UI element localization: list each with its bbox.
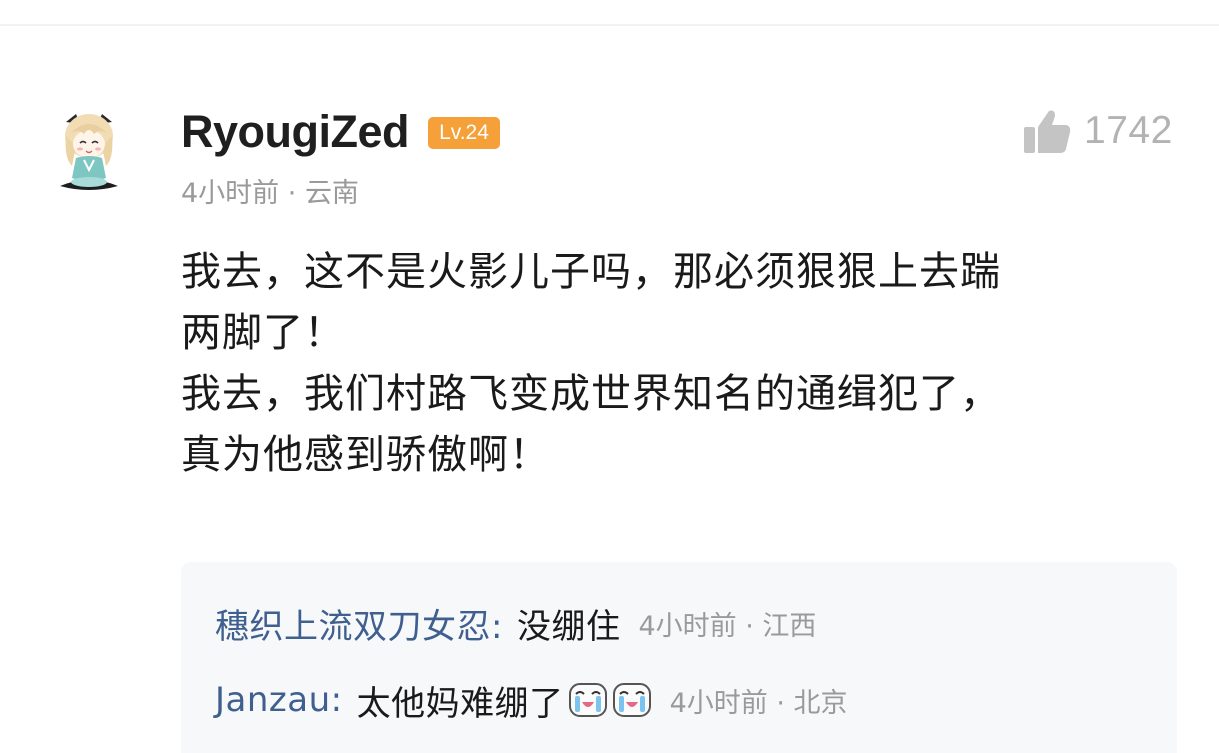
meta-separator: ·	[279, 178, 305, 209]
comment-line: 我去，这不是火影儿子吗，那必须狠狠上去踹	[181, 249, 1001, 295]
crying-laugh-emoji-icon	[568, 683, 607, 717]
reply-location: 北京	[793, 687, 848, 719]
reply-text: 太他妈难绷了	[356, 683, 564, 724]
crying-laugh-emoji-icon	[612, 683, 651, 717]
comment-page: RyougiZed Lv.24 1742 4小时前 · 云南 我去，这不是火影儿…	[0, 0, 1219, 753]
comment-time: 4小时前	[181, 178, 280, 209]
thumbs-up-icon	[1024, 110, 1071, 153]
divider	[0, 24, 1219, 26]
reply-meta: 4小时前 · 北京	[670, 681, 848, 720]
reply-author[interactable]: 穗织上流双刀女忍:	[215, 599, 503, 648]
comment-location: 云南	[304, 178, 359, 209]
reply-time: 4小时前	[638, 610, 737, 642]
reply-section[interactable]: 穗织上流双刀女忍: 没绷住 4小时前 · 江西 Janzau: 太他妈难绷了 4…	[181, 562, 1177, 753]
avatar-anime-girl-icon	[60, 114, 118, 190]
username[interactable]: RyougiZed	[181, 106, 410, 158]
like-count: 1742	[1084, 109, 1173, 152]
avatar[interactable]	[54, 100, 124, 208]
meta-separator: ·	[767, 687, 794, 719]
reply-item[interactable]: 穗织上流双刀女忍: 没绷住 4小时前 · 江西	[215, 599, 816, 647]
comment-text: 我去，这不是火影儿子吗，那必须狠狠上去踹 两脚了！ 我去，我们村路飞变成世界知名…	[181, 242, 1161, 486]
reply-text: 没绷住	[516, 606, 621, 647]
reply-time: 4小时前	[669, 687, 768, 719]
reply-location: 江西	[762, 610, 817, 642]
comment-line: 两脚了！	[181, 310, 345, 356]
reply-item[interactable]: Janzau: 太他妈难绷了 4小时前 · 北京	[215, 676, 848, 724]
meta-separator: ·	[736, 610, 763, 642]
comment-line: 真为他感到骄傲啊！	[181, 432, 550, 478]
level-badge: Lv.24	[428, 117, 500, 149]
comment-meta: 4小时前 · 云南	[181, 176, 359, 212]
like-button[interactable]: 1742	[1022, 106, 1173, 156]
comment-line: 我去，我们村路飞变成世界知名的通缉犯了，	[181, 371, 1001, 417]
reply-author[interactable]: Janzau:	[215, 680, 343, 720]
reply-meta: 4小时前 · 江西	[638, 604, 816, 643]
